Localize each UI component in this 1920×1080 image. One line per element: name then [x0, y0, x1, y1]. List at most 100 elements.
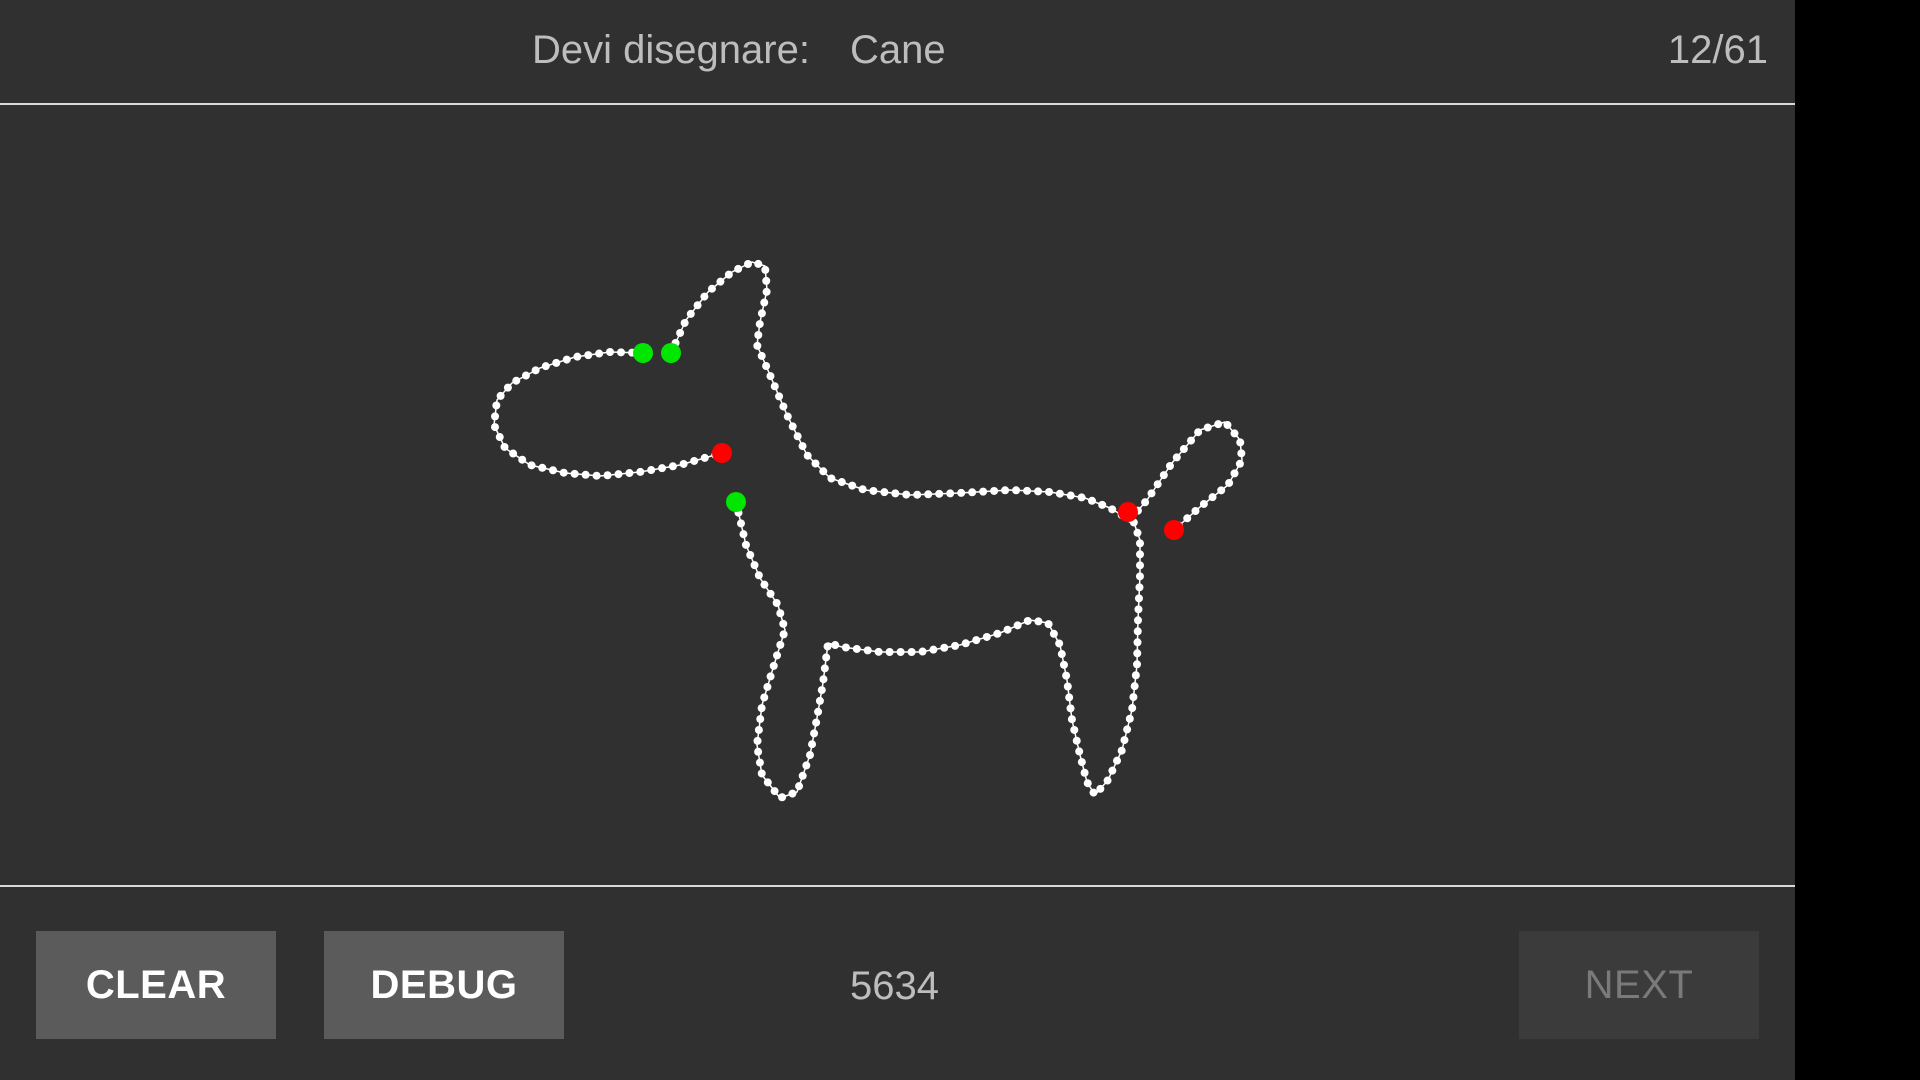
stroke-point [979, 487, 988, 496]
stroke-point [1059, 660, 1068, 669]
stroke-point [885, 648, 894, 656]
stroke-point [811, 459, 820, 468]
stroke-point [680, 318, 689, 327]
stroke-point [1083, 779, 1092, 788]
stroke-point [1199, 499, 1208, 508]
stroke-point [707, 284, 716, 293]
stroke-end-marker [712, 443, 732, 463]
stroke-point [676, 328, 685, 337]
stroke-point [776, 609, 785, 618]
stroke-point [700, 292, 709, 301]
stroke-point [1159, 471, 1168, 480]
stroke-point [822, 653, 831, 662]
stroke-point [891, 489, 900, 498]
stroke-point [762, 276, 771, 285]
stroke-point [531, 366, 540, 375]
stroke-point [1223, 420, 1232, 429]
stroke-point [1072, 736, 1081, 745]
stroke-point [541, 362, 550, 371]
stroke-point [739, 530, 748, 539]
stroke-point [755, 758, 764, 767]
stroke-point [1070, 725, 1079, 734]
stroke-point [1049, 629, 1058, 638]
stroke-line [670, 261, 1243, 531]
stroke-point [913, 490, 922, 499]
stroke-point [736, 519, 745, 528]
screen-edge [1795, 0, 1920, 1080]
stroke-point [880, 488, 889, 497]
stroke-point [1235, 459, 1244, 468]
stroke-point [819, 467, 828, 476]
stroke-point [606, 348, 615, 357]
stroke-point [788, 789, 797, 798]
clear-button[interactable]: CLEAR [36, 931, 276, 1039]
stroke-point [869, 486, 878, 495]
stroke-point [1075, 747, 1084, 756]
stroke-point [820, 664, 829, 673]
stroke-start-marker [726, 492, 746, 512]
stroke-point [753, 341, 762, 350]
stroke-point [668, 462, 677, 471]
stroke-point [757, 351, 766, 360]
stroke-point [1133, 528, 1142, 537]
stroke-point [863, 646, 872, 655]
stroke-point [1080, 768, 1089, 777]
stroke-point [1135, 583, 1144, 592]
stroke-point [757, 309, 766, 318]
stroke-point [741, 540, 750, 549]
stroke-point [1236, 438, 1245, 447]
stroke-point [1225, 478, 1234, 487]
stroke-point [1066, 704, 1075, 713]
stroke-point [770, 787, 779, 796]
stroke-point [1165, 462, 1174, 471]
stroke-point [1013, 621, 1022, 630]
stroke-point [993, 629, 1002, 638]
stroke-point [1062, 671, 1071, 680]
stroke-3 [726, 492, 1144, 802]
stroke-point [734, 264, 743, 273]
stroke-point [957, 488, 966, 497]
stroke-point [929, 645, 938, 654]
drawing-canvas[interactable] [0, 105, 1795, 887]
stroke-point [1153, 480, 1162, 489]
stroke-point [762, 362, 771, 371]
stroke-point [753, 736, 762, 745]
stroke-point [754, 747, 763, 756]
stroke-point [754, 571, 763, 580]
stroke-point [1108, 766, 1117, 775]
stroke-point [1108, 505, 1117, 514]
stroke-point [766, 672, 775, 681]
stroke-point [679, 459, 688, 468]
stroke-point [823, 642, 832, 651]
stroke-point [1096, 784, 1105, 793]
stroke-point [848, 481, 857, 490]
stroke-point [495, 433, 504, 442]
stroke-point [1134, 605, 1143, 614]
stroke-point [500, 442, 509, 451]
stroke-point [658, 464, 667, 473]
stroke-point [693, 301, 702, 310]
stroke-point [1133, 616, 1142, 625]
stroke-point [1217, 486, 1226, 495]
stroke-point [570, 469, 579, 478]
stroke-point [690, 456, 699, 465]
stroke-point [858, 485, 867, 494]
stroke-point [756, 715, 765, 724]
stroke-point [1214, 420, 1223, 429]
stroke-point [803, 451, 812, 460]
stroke-point [1023, 486, 1032, 495]
stroke-point [841, 643, 850, 652]
stroke-point [1089, 788, 1098, 797]
stroke-point [1134, 594, 1143, 603]
next-button: NEXT [1519, 931, 1759, 1039]
stroke-point [746, 550, 755, 559]
stroke-point [592, 471, 601, 480]
stroke-start-marker [633, 343, 653, 363]
stroke-point [1136, 550, 1144, 559]
stroke-point [754, 725, 763, 734]
debug-button[interactable]: DEBUG [324, 931, 564, 1039]
stroke-point [1179, 444, 1188, 453]
stroke-point [778, 793, 787, 802]
stroke-point [527, 461, 536, 470]
stroke-point [512, 376, 521, 385]
